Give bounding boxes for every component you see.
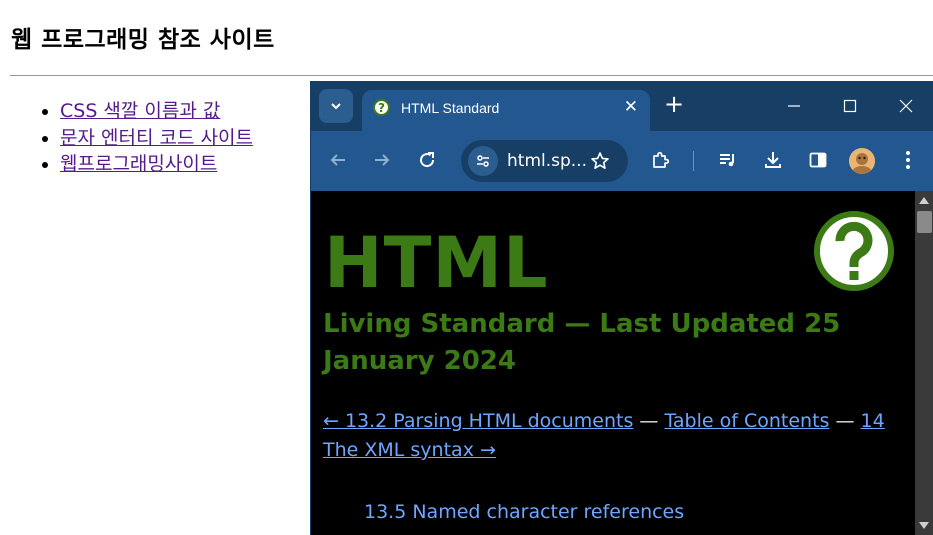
reference-link-list: CSS 색깔 이름과 값 문자 엔터티 코드 사이트 웹프로그래밍사이트: [0, 98, 253, 178]
close-tab-button[interactable]: ✕: [624, 99, 638, 116]
profile-avatar-button[interactable]: [849, 148, 875, 174]
previous-section-link[interactable]: ← 13.2 Parsing HTML documents: [323, 410, 633, 432]
nav-separator: —: [829, 410, 861, 432]
media-control-icon: [720, 154, 734, 167]
whatwg-logo-icon: [814, 211, 894, 291]
avatar-icon: [849, 148, 875, 174]
new-tab-button[interactable]: +: [664, 92, 684, 116]
url-text: html.sp...: [507, 151, 587, 171]
list-item: 웹프로그래밍사이트: [60, 151, 253, 178]
css-color-names-link[interactable]: CSS 색깔 이름과 값: [60, 100, 220, 122]
page-title: 웹 프로그래밍 참조 사이트: [11, 27, 275, 53]
tab-html-standard[interactable]: ? HTML Standard ✕: [362, 90, 650, 131]
section-heading-link[interactable]: 13.5 Named character references: [364, 501, 684, 523]
side-panel-icon: [809, 152, 827, 168]
web-page: 웹 프로그래밍 참조 사이트 CSS 색깔 이름과 값 문자 엔터티 코드 사이…: [0, 0, 933, 535]
chevron-down-icon: [331, 103, 341, 110]
scroll-up-arrow-icon[interactable]: [919, 197, 929, 204]
scroll-down-arrow-icon[interactable]: [919, 522, 929, 529]
close-icon: [899, 99, 913, 113]
table-of-contents-link[interactable]: Table of Contents: [664, 410, 829, 432]
arrow-right-icon: [375, 154, 390, 166]
html-heading: HTML: [324, 222, 549, 304]
menu-button[interactable]: [893, 145, 923, 175]
minimize-button[interactable]: [766, 81, 822, 131]
reload-button[interactable]: [412, 145, 442, 175]
extensions-button[interactable]: [646, 145, 676, 175]
page-content: HTML Living Standard — Last Updated 25 J…: [311, 191, 915, 535]
list-item: 문자 엔터티 코드 사이트: [60, 125, 253, 152]
star-icon: [591, 152, 609, 169]
bookmark-button[interactable]: [585, 146, 615, 176]
download-icon: [765, 152, 781, 168]
question-mark-icon: ?: [373, 99, 390, 116]
toolbar-separator: [693, 151, 694, 171]
arrow-left-icon: [330, 154, 345, 166]
side-panel-button[interactable]: [803, 145, 833, 175]
horizontal-rule: [10, 75, 933, 76]
vertical-scrollbar[interactable]: [915, 191, 933, 535]
download-button[interactable]: [758, 145, 788, 175]
list-item: CSS 색깔 이름과 값: [60, 98, 253, 125]
back-button[interactable]: [323, 145, 353, 175]
character-entity-codes-link[interactable]: 문자 엔터티 코드 사이트: [60, 127, 253, 149]
web-programming-site-link[interactable]: 웹프로그래밍사이트: [60, 153, 217, 175]
puzzle-icon: [653, 151, 670, 168]
site-info-button[interactable]: [468, 146, 498, 176]
page-subtitle: Living Standard — Last Updated 25 Januar…: [323, 309, 841, 376]
media-control-button[interactable]: [713, 145, 743, 175]
tab-title: HTML Standard: [401, 100, 500, 116]
kebab-menu-icon: [906, 151, 910, 169]
tab-search-button[interactable]: [319, 89, 353, 123]
tab-strip: ? HTML Standard ✕ +: [311, 81, 933, 131]
maximize-button[interactable]: [822, 81, 878, 131]
browser-toolbar: html.sp...: [311, 131, 933, 191]
close-window-button[interactable]: [878, 81, 933, 131]
nav-separator: —: [633, 410, 665, 432]
maximize-icon: [843, 99, 857, 113]
minimize-icon: [788, 105, 800, 107]
forward-button[interactable]: [367, 145, 397, 175]
navigation-links: ← 13.2 Parsing HTML documents — Table of…: [323, 407, 903, 465]
scroll-thumb[interactable]: [917, 211, 932, 233]
reload-icon: [420, 152, 435, 168]
address-bar[interactable]: html.sp...: [461, 140, 628, 182]
tune-icon: [477, 155, 489, 167]
browser-window: ? HTML Standard ✕ + html.sp... HTML Livi…: [310, 81, 933, 535]
